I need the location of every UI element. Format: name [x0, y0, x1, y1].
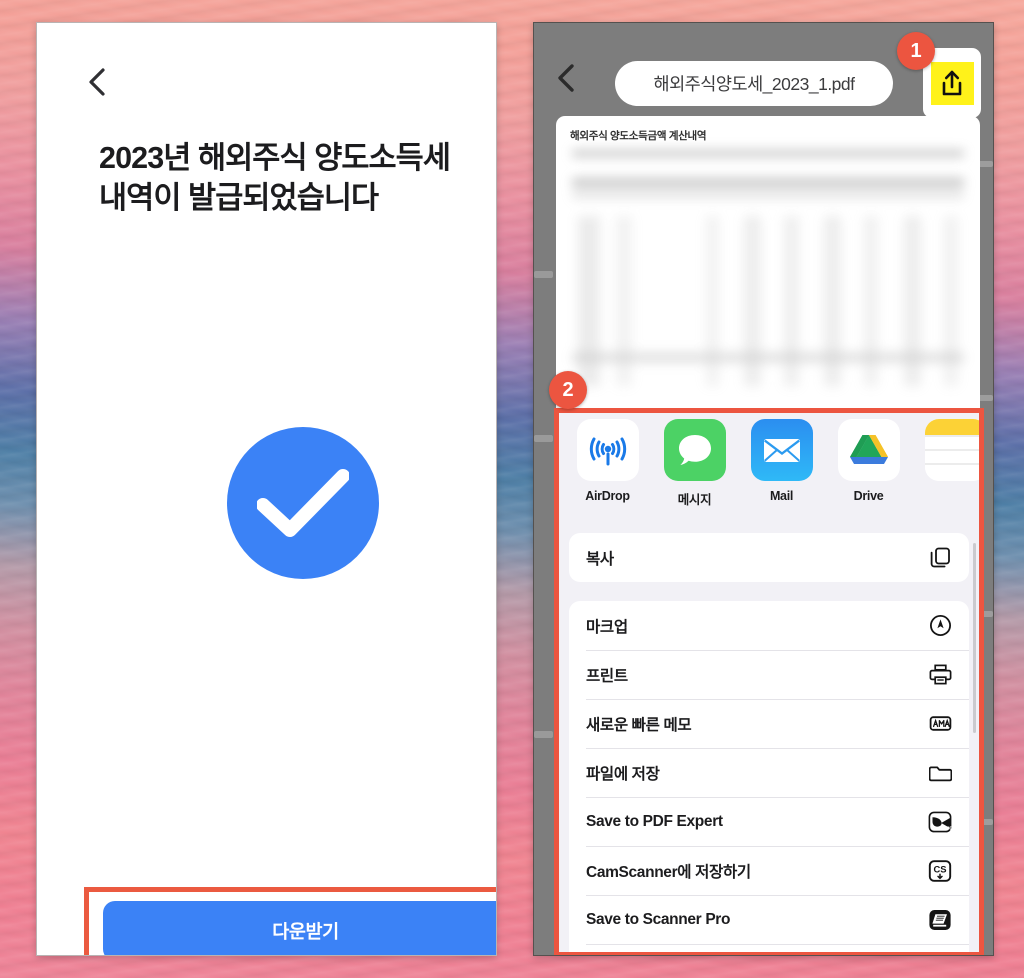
screenshot-stage: 2023년 해외주식 양도소득세 내역이 발급되었습니다 다운받기 해외주식양도… [0, 0, 1024, 978]
share-target-label: 메시지 [677, 493, 712, 507]
share-target-drive[interactable]: Drive [837, 419, 900, 503]
printer-icon [927, 662, 953, 688]
share-action-markup[interactable]: 마크업 [569, 601, 969, 650]
share-action-save-to-files[interactable]: 파일에 저장 [569, 748, 969, 797]
share-action-label: 파일에 저장 [586, 765, 660, 783]
svg-text:CS: CS [933, 863, 946, 874]
notes-icon [924, 419, 979, 481]
share-target-app-row: AirDrop 메시지 Mail Drive [559, 419, 979, 527]
share-action-new-quick-note[interactable]: 새로운 빠른 메모 [569, 699, 969, 748]
mail-icon [750, 419, 813, 481]
share-target-label: Drive [853, 489, 884, 503]
share-action-save-to-genius-scan[interactable]: Genius Scan에 저장하기 [569, 944, 969, 952]
check-circle-icon [227, 427, 379, 579]
annotation-badge-1: 1 [897, 32, 935, 70]
camscanner-icon: CS [927, 858, 953, 884]
share-action-label: 프린트 [586, 667, 628, 685]
pdf-expert-icon: PDF [927, 809, 953, 835]
left-phone-screen: 2023년 해외주식 양도소득세 내역이 발급되었습니다 다운받기 [36, 22, 497, 956]
copy-icon [927, 545, 953, 571]
share-action-label: 마크업 [586, 618, 628, 636]
folder-icon [927, 760, 953, 786]
device-button-volume-up [534, 435, 553, 442]
messages-icon [663, 419, 726, 481]
markup-icon [927, 613, 953, 639]
share-up-arrow-icon [930, 61, 974, 105]
share-target-mail[interactable]: Mail [750, 419, 813, 503]
download-button[interactable]: 다운받기 [103, 901, 496, 955]
share-action-label: 새로운 빠른 메모 [586, 716, 692, 734]
device-button-volume-down [534, 731, 553, 738]
share-action-save-to-pdf-expert[interactable]: Save to PDF Expert PDF [569, 797, 969, 846]
share-action-group-copy: 복사 [569, 533, 969, 582]
quick-note-icon [927, 711, 953, 737]
share-sheet-scrollbar[interactable] [973, 543, 976, 733]
share-target-label: AirDrop [585, 489, 630, 503]
share-sheet: AirDrop 메시지 Mail Drive 복사 마크업 프린트 새로운 빠른… [559, 413, 979, 952]
pdf-preview[interactable]: 해외주식 양도소득금액 계산내역 [556, 116, 980, 418]
share-action-copy[interactable]: 복사 [569, 533, 969, 582]
share-target-airdrop[interactable]: AirDrop [576, 419, 639, 503]
pdf-blurred-content [556, 146, 980, 418]
share-target-label: Mail [769, 489, 794, 503]
share-action-save-to-camscanner[interactable]: CamScanner에 저장하기 CS [569, 846, 969, 895]
share-sheet-annotation: AirDrop 메시지 Mail Drive 복사 마크업 프린트 새로운 빠른… [554, 408, 984, 955]
google-drive-icon [837, 419, 900, 481]
share-target-messages[interactable]: 메시지 [663, 419, 726, 508]
share-action-save-to-scanner-pro[interactable]: Save to Scanner Pro [569, 895, 969, 944]
chevron-left-icon[interactable] [85, 65, 111, 99]
filename-field[interactable]: 해외주식양도세_2023_1.pdf [615, 61, 893, 106]
chevron-left-icon[interactable] [554, 61, 580, 95]
pdf-document-title: 해외주식 양도소득금액 계산내역 [570, 130, 707, 142]
page-title: 2023년 해외주식 양도소득세 내역이 발급되었습니다 [99, 141, 451, 216]
download-button-annotation: 다운받기 [84, 887, 496, 955]
share-action-print[interactable]: 프린트 [569, 650, 969, 699]
right-phone-screen: 해외주식양도세_2023_1.pdf 1 해외주식 양도소득금액 계산내역 2 … [533, 22, 994, 956]
share-action-group-actions: 마크업 프린트 새로운 빠른 메모 파일에 저장 Save to PDF Exp… [569, 601, 969, 952]
share-action-label: CamScanner에 저장하기 [586, 863, 751, 881]
share-action-label: Save to PDF Expert [586, 812, 723, 830]
share-action-label: Save to Scanner Pro [586, 910, 731, 928]
airdrop-icon [576, 419, 639, 481]
scanner-pro-icon [927, 907, 953, 933]
device-button-silent [534, 271, 553, 278]
share-target-notes[interactable] [924, 419, 979, 489]
share-action-label: 복사 [586, 550, 614, 568]
svg-text:PDF: PDF [946, 825, 952, 830]
annotation-badge-2: 2 [549, 371, 587, 409]
